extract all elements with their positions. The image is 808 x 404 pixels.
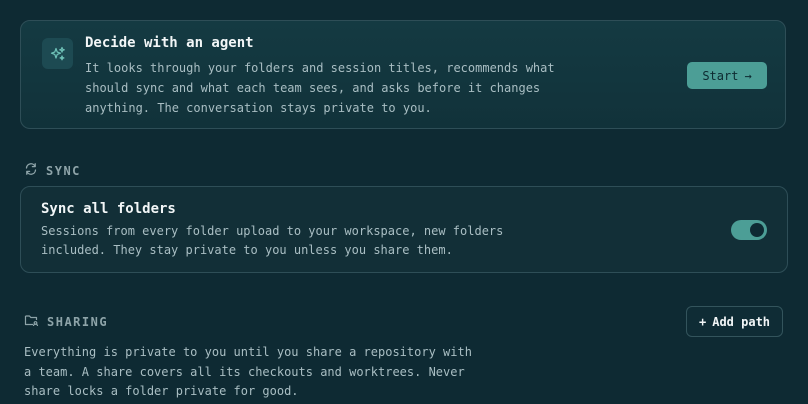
refresh-icon	[24, 162, 38, 179]
sharing-description: Everything is private to you until you s…	[24, 345, 472, 398]
agent-card-description: It looks through your folders and sessio…	[85, 61, 555, 115]
agent-card-title: Decide with an agent	[85, 35, 254, 51]
sync-all-folders-title: Sync all folders	[41, 201, 176, 217]
folder-share-icon	[24, 313, 39, 330]
sync-all-folders-description: Sessions from every folder upload to you…	[41, 224, 504, 257]
sparkles-icon	[42, 38, 73, 69]
toggle-knob	[750, 223, 764, 237]
sync-section-title: SYNC	[46, 163, 81, 178]
add-path-button[interactable]: + Add path	[686, 306, 783, 337]
agent-card: Decide with an agent It looks through yo…	[20, 20, 786, 129]
arrow-right-icon: →	[744, 68, 752, 83]
sharing-section-header: SHARING	[24, 313, 108, 330]
settings-page: Decide with an agent It looks through yo…	[0, 0, 808, 404]
sync-all-folders-card: Sync all folders Sessions from every fol…	[20, 186, 788, 273]
sync-all-folders-toggle[interactable]	[731, 220, 767, 240]
start-button[interactable]: Start →	[687, 62, 767, 89]
sharing-section-title: SHARING	[47, 314, 109, 329]
add-path-label: Add path	[712, 314, 771, 329]
start-button-label: Start	[702, 68, 739, 83]
plus-icon: +	[698, 314, 707, 329]
sync-section-header: SYNC	[24, 162, 81, 179]
